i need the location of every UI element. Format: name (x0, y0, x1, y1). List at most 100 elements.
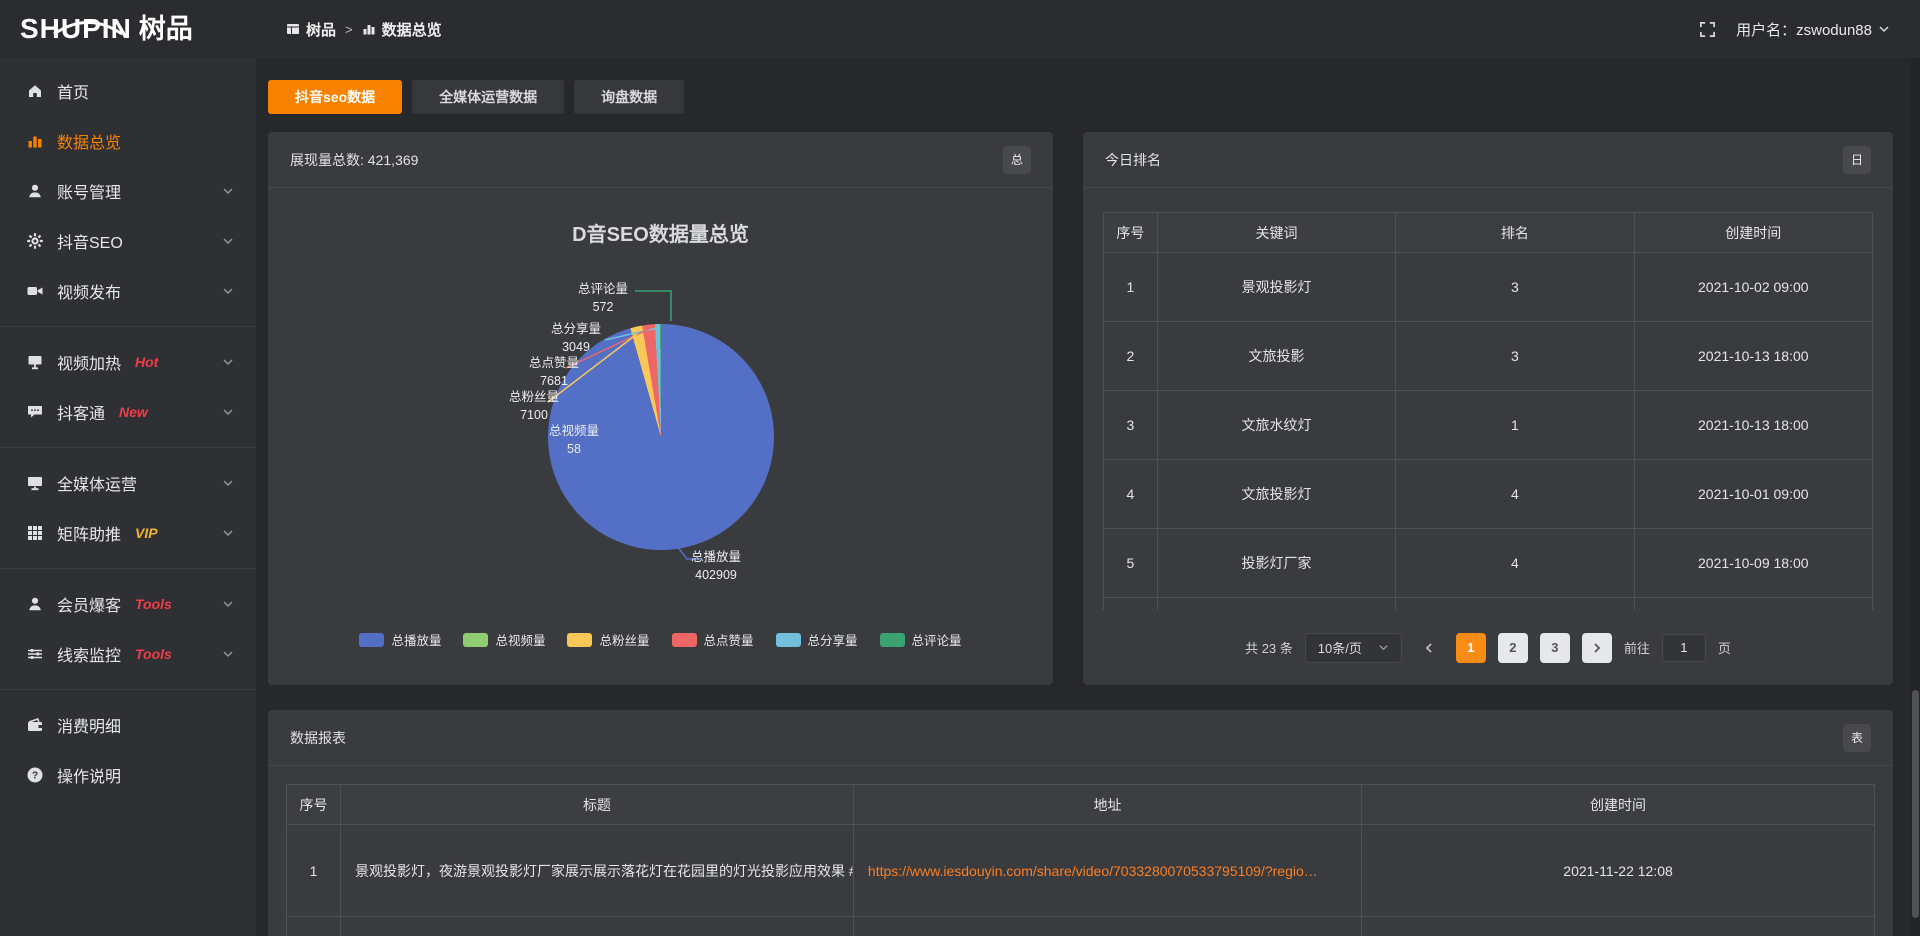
chat-bubble-icon (26, 403, 44, 421)
chart-title: D音SEO数据量总览 (268, 218, 1053, 247)
sliders-icon (26, 645, 44, 663)
legend-swatch (567, 633, 592, 647)
chart-legend: 总播放量 总视频量 总粉丝量 总点赞量 总分享量 总评论量 (268, 630, 1053, 649)
table-row: 4文旅投影灯42021-10-01 09:00 (1104, 460, 1873, 529)
page-button-1[interactable]: 1 (1456, 633, 1486, 663)
table-row: 3文旅水纹灯12021-10-13 18:00 (1104, 391, 1873, 460)
page-button-3[interactable]: 3 (1540, 633, 1570, 663)
scrollbar-thumb[interactable] (1912, 690, 1919, 918)
chevron-down-icon (1378, 642, 1389, 653)
pagination: 共 23 条 10条/页 1 2 3 前往 页 (1103, 633, 1873, 663)
goto-page-input[interactable] (1662, 634, 1706, 662)
app-window-icon (286, 22, 300, 36)
chevron-down-icon (222, 598, 234, 610)
report-table: 序号 标题 地址 创建时间 1 景观投影灯，夜游景观投影灯厂家展示展示落花灯在花… (286, 784, 1875, 936)
sidebar-item-spend-detail[interactable]: 消费明细 (0, 700, 256, 750)
chart-bar-icon (26, 132, 44, 150)
badge-hot: Hot (135, 354, 158, 370)
sidebar-divider (0, 689, 256, 690)
legend-item[interactable]: 总点赞量 (672, 630, 754, 649)
legend-item[interactable]: 总粉丝量 (567, 630, 649, 649)
chevron-down-icon (222, 527, 234, 539)
sidebar-divider (0, 326, 256, 327)
sidebar-item-douyin-seo[interactable]: 抖音SEO (0, 216, 256, 266)
video-title: 景观投影灯，夜游景观投影灯厂家展示展示落花灯在花园里的灯光投影应用效果 # (340, 825, 853, 917)
legend-item[interactable]: 总播放量 (359, 630, 441, 649)
logo: SHUPIN 树品 (0, 15, 256, 43)
breadcrumb-item-home[interactable]: 树品 (286, 19, 336, 40)
badge-tools: Tools (135, 646, 172, 662)
chevron-down-icon (222, 235, 234, 247)
chart-panel-title: 展现量总数: 421,369 (290, 150, 418, 170)
sidebar-item-home[interactable]: 首页 (0, 66, 256, 116)
data-tabs: 抖音seo数据 全媒体运营数据 询盘数据 (268, 80, 1893, 114)
legend-swatch (776, 633, 801, 647)
tab-inquiry[interactable]: 询盘数据 (574, 80, 684, 114)
chevron-left-icon (1423, 642, 1435, 654)
sidebar: 首页 数据总览 账号管理 抖音SEO 视频发布 视频加热 Hot 抖客通 New… (0, 58, 256, 936)
legend-item[interactable]: 总视频量 (463, 630, 545, 649)
monitor-icon (26, 474, 44, 492)
breadcrumb: 树品 > 数据总览 (286, 19, 442, 40)
badge-vip: VIP (135, 525, 158, 541)
sidebar-item-doketong[interactable]: 抖客通 New (0, 387, 256, 437)
chevron-right-icon (1591, 642, 1603, 654)
chevron-down-icon (1878, 23, 1890, 35)
fullscreen-icon[interactable] (1699, 21, 1716, 38)
goto-label: 前往 (1624, 638, 1650, 657)
sidebar-item-media-operation[interactable]: 全媒体运营 (0, 458, 256, 508)
pagination-total: 共 23 条 (1245, 638, 1293, 657)
sidebar-item-account[interactable]: 账号管理 (0, 166, 256, 216)
sidebar-item-video-heat[interactable]: 视频加热 Hot (0, 337, 256, 387)
chart-panel: 展现量总数: 421,369 总 D音SEO数据量总览 总评论量572 总分享量… (268, 132, 1053, 685)
home-icon (26, 82, 44, 100)
logo-text-cn: 树品 (139, 16, 193, 43)
day-toggle-button[interactable]: 日 (1843, 146, 1871, 174)
sidebar-item-video-publish[interactable]: 视频发布 (0, 266, 256, 316)
pie-label-likes: 总点赞量7681 (529, 354, 579, 390)
gear-icon (26, 232, 44, 250)
sidebar-divider (0, 568, 256, 569)
sidebar-item-data-overview[interactable]: 数据总览 (0, 116, 256, 166)
screen-heat-icon (26, 353, 44, 371)
page-scrollbar[interactable] (1911, 58, 1920, 936)
legend-item[interactable]: 总分享量 (776, 630, 858, 649)
legend-item[interactable]: 总评论量 (880, 630, 962, 649)
chevron-down-icon (222, 648, 234, 660)
grid-icon (26, 524, 44, 542)
video-link[interactable]: https://www.iesdouyin.com/share/video/70… (853, 825, 1361, 917)
badge-new: New (119, 404, 148, 420)
sidebar-item-help[interactable]: ? 操作说明 (0, 750, 256, 800)
page-size-select[interactable]: 10条/页 (1305, 633, 1402, 663)
prev-page-button[interactable] (1414, 633, 1444, 663)
sidebar-divider (0, 447, 256, 448)
pie-label-fans: 总粉丝量7100 (509, 388, 559, 424)
rank-panel: 今日排名 日 序号 关键词 排名 创建时间 1景观投影灯32021-10-02 … (1083, 132, 1893, 685)
breadcrumb-separator: > (345, 22, 353, 37)
pie-label-comments: 总评论量572 (578, 280, 628, 316)
legend-swatch (672, 633, 697, 647)
legend-swatch (880, 633, 905, 647)
tab-douyin-seo[interactable]: 抖音seo数据 (268, 80, 402, 114)
sidebar-item-lead-monitor[interactable]: 线索监控 Tools (0, 629, 256, 679)
next-page-button[interactable] (1582, 633, 1612, 663)
help-circle-icon: ? (26, 766, 44, 784)
total-toggle-button[interactable]: 总 (1003, 146, 1031, 174)
tab-media-operation[interactable]: 全媒体运营数据 (412, 80, 564, 114)
logo-arc (52, 19, 124, 35)
breadcrumb-item-current[interactable]: 数据总览 (362, 19, 442, 40)
bar-chart-icon (362, 22, 376, 36)
page-button-2[interactable]: 2 (1498, 633, 1528, 663)
topbar-right: 用户名：zswodun88 (1699, 19, 1920, 40)
sidebar-item-member-tools[interactable]: 会员爆客 Tools (0, 579, 256, 629)
table-row: 1景观投影灯32021-10-02 09:00 (1104, 253, 1873, 322)
sidebar-item-matrix-boost[interactable]: 矩阵助推 VIP (0, 508, 256, 558)
pie-label-videos: 总视频量58 (549, 422, 599, 458)
chevron-down-icon (222, 406, 234, 418)
chevron-down-icon (222, 356, 234, 368)
user-menu[interactable]: 用户名：zswodun88 (1736, 19, 1890, 40)
table-row: 5投影灯厂家42021-10-09 18:00 (1104, 529, 1873, 598)
rank-table: 序号 关键词 排名 创建时间 1景观投影灯32021-10-02 09:00 2… (1103, 212, 1873, 610)
svg-text:?: ? (32, 770, 38, 781)
table-toggle-button[interactable]: 表 (1843, 724, 1871, 752)
